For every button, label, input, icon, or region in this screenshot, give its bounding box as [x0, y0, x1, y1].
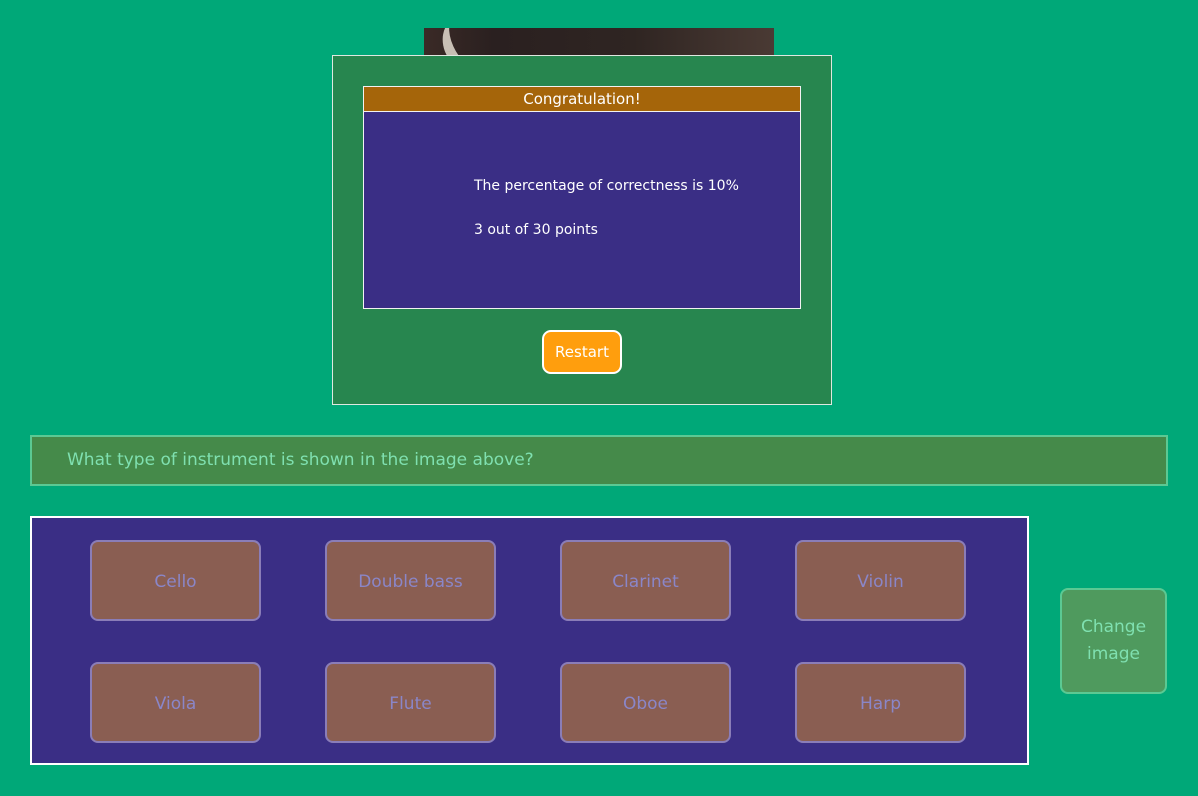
- answer-button-double-bass[interactable]: Double bass: [325, 540, 496, 621]
- answer-button-clarinet[interactable]: Clarinet: [560, 540, 731, 621]
- restart-button[interactable]: Restart: [542, 330, 622, 374]
- question-bar: What type of instrument is shown in the …: [30, 435, 1168, 486]
- change-image-button[interactable]: Change image: [1060, 588, 1167, 694]
- answer-button-violin[interactable]: Violin: [795, 540, 966, 621]
- answer-button-viola[interactable]: Viola: [90, 662, 261, 743]
- question-text: What type of instrument is shown in the …: [67, 450, 534, 470]
- result-modal: Congratulation! The percentage of correc…: [332, 55, 832, 405]
- answer-button-cello[interactable]: Cello: [90, 540, 261, 621]
- points-text: 3 out of 30 points: [474, 222, 598, 238]
- answer-button-harp[interactable]: Harp: [795, 662, 966, 743]
- change-image-label: Change image: [1080, 617, 1147, 664]
- modal-body: The percentage of correctness is 10% 3 o…: [363, 112, 801, 309]
- answer-button-flute[interactable]: Flute: [325, 662, 496, 743]
- percentage-text: The percentage of correctness is 10%: [474, 178, 739, 194]
- answer-button-oboe[interactable]: Oboe: [560, 662, 731, 743]
- modal-title: Congratulation!: [363, 86, 801, 112]
- answers-panel: Cello Double bass Clarinet Violin Viola …: [30, 516, 1029, 765]
